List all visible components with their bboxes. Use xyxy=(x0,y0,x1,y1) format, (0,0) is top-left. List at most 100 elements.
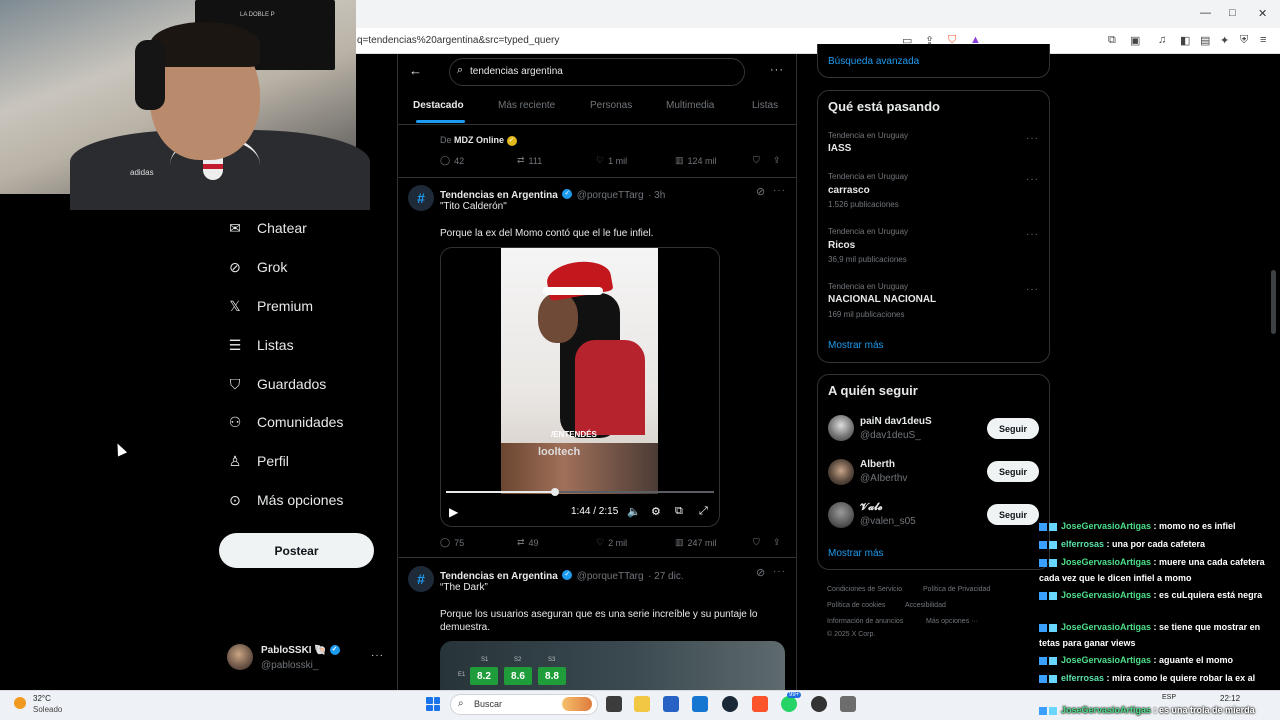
sun-icon[interactable] xyxy=(14,697,26,709)
nav-item-guardados[interactable]: ⛉ Guardados xyxy=(227,369,327,399)
vpn-icon[interactable]: ⛨ xyxy=(1240,34,1248,47)
start-button[interactable] xyxy=(426,697,440,711)
settings-icon[interactable]: ⚙ xyxy=(651,505,661,518)
weather-temperature[interactable]: 32°C xyxy=(33,694,51,703)
avatar[interactable] xyxy=(828,415,854,441)
wallet-icon[interactable]: ▤ xyxy=(1200,34,1210,47)
task-view-icon[interactable] xyxy=(606,696,622,712)
follow-name[interactable]: Alberth xyxy=(860,459,895,470)
search-highlight-icon[interactable] xyxy=(562,697,592,711)
language-indicator[interactable]: ESP xyxy=(1162,694,1176,701)
show-more-follow-link[interactable]: Mostrar más xyxy=(828,548,884,559)
avatar[interactable]: # xyxy=(408,566,434,592)
menu-icon[interactable]: ≡ xyxy=(1260,34,1266,46)
follow-name[interactable]: paiN dav1deuS xyxy=(860,416,932,427)
views-button[interactable]: ▥ 247 mil xyxy=(675,537,717,548)
trend-more-icon[interactable]: ··· xyxy=(1026,174,1039,185)
tab-personas[interactable]: Personas xyxy=(590,100,632,111)
reply-button[interactable]: ◯ 75 xyxy=(440,537,464,548)
bookmark-icon[interactable]: ⛉ xyxy=(753,155,760,166)
trend-more-icon[interactable]: ··· xyxy=(1026,284,1039,295)
follow-handle[interactable]: @dav1deuS_ xyxy=(860,430,921,441)
grok-post-icon[interactable]: ⊘ xyxy=(756,566,765,579)
tab-destacado[interactable]: Destacado xyxy=(413,100,464,111)
reply-button[interactable]: ◯ 42 xyxy=(440,155,464,166)
nav-item-chatear[interactable]: ✉ Chatear xyxy=(227,213,307,243)
fullscreen-icon[interactable]: ⤢ xyxy=(699,505,708,518)
obs-icon[interactable] xyxy=(811,696,827,712)
follow-button[interactable]: Seguir xyxy=(987,461,1039,482)
follow-button[interactable]: Seguir xyxy=(987,418,1039,439)
follow-handle[interactable]: @AIberthv xyxy=(860,473,907,484)
views-button[interactable]: ▥ 124 mil xyxy=(675,155,717,166)
post-handle[interactable]: @porqueTTarg xyxy=(577,571,644,582)
nav-item-perfil[interactable]: ♙ Perfil xyxy=(227,446,289,476)
back-arrow-icon[interactable]: ← xyxy=(409,63,422,78)
show-more-trends-link[interactable]: Mostrar más xyxy=(828,340,884,351)
calculator-icon[interactable] xyxy=(840,696,856,712)
video-progress-handle[interactable] xyxy=(550,488,559,496)
follow-button[interactable]: Seguir xyxy=(987,504,1039,525)
tab-icon[interactable]: ▣ xyxy=(1130,34,1140,47)
grok-post-icon[interactable]: ⊘ xyxy=(756,185,765,198)
nav-item-grok[interactable]: ⊘ Grok xyxy=(227,252,287,282)
trend-more-icon[interactable]: ··· xyxy=(1026,229,1039,240)
tab-mas-reciente[interactable]: Más reciente xyxy=(498,100,555,111)
share-icon[interactable]: ⇪ xyxy=(773,155,781,166)
post-handle[interactable]: @porqueTTarg xyxy=(577,190,644,201)
share-icon[interactable]: ⇪ xyxy=(773,537,781,548)
file-explorer-icon[interactable] xyxy=(634,696,650,712)
like-button[interactable]: ♡ 2 mil xyxy=(596,537,627,548)
avatar[interactable] xyxy=(828,459,854,485)
scrollbar[interactable] xyxy=(1271,270,1276,334)
avatar[interactable] xyxy=(828,502,854,528)
search-query[interactable]: tendencias argentina xyxy=(470,66,563,77)
trend-name[interactable]: Ricos xyxy=(828,240,855,251)
edge-icon[interactable] xyxy=(692,696,708,712)
advanced-search-link[interactable]: Búsqueda avanzada xyxy=(828,56,919,67)
pip-icon[interactable]: ⧉ xyxy=(675,505,683,518)
repost-button[interactable]: ⇄ 111 xyxy=(517,155,542,166)
play-icon[interactable]: ▶ xyxy=(449,505,458,519)
footer-link[interactable]: Más opciones ··· xyxy=(926,618,978,625)
trend-name[interactable]: NACIONAL NACIONAL xyxy=(828,294,936,305)
search-more-icon[interactable]: ··· xyxy=(770,64,784,76)
follow-handle[interactable]: @valen_s05 xyxy=(860,516,916,527)
nav-item-listas[interactable]: ☰ Listas xyxy=(227,330,294,360)
follow-name[interactable]: 𝓥𝓪𝓵𝓮 xyxy=(860,502,882,513)
maximize-button[interactable]: □ xyxy=(1229,7,1236,19)
trend-more-icon[interactable]: ··· xyxy=(1026,133,1039,144)
steam-icon[interactable] xyxy=(722,696,738,712)
post-more-icon[interactable]: ··· xyxy=(773,185,786,196)
post-more-icon[interactable]: ··· xyxy=(773,566,786,577)
store-icon[interactable] xyxy=(663,696,679,712)
brave-icon[interactable] xyxy=(752,696,768,712)
bookmark-icon[interactable]: ⛉ xyxy=(753,537,760,548)
repost-button[interactable]: ⇄ 49 xyxy=(517,537,539,548)
extensions-icon[interactable]: ⧉ xyxy=(1108,34,1116,47)
nav-item-premium[interactable]: 𝕏 Premium xyxy=(227,291,313,321)
whatsapp-icon[interactable] xyxy=(781,696,797,712)
trend-name[interactable]: carrasco xyxy=(828,185,870,196)
nav-item-comunidades[interactable]: ⚇ Comunidades xyxy=(227,407,344,437)
minimize-button[interactable]: — xyxy=(1200,7,1211,19)
footer-link[interactable]: Información de anuncios xyxy=(827,618,903,625)
trend-name[interactable]: IASS xyxy=(828,143,851,154)
url-text[interactable]: q=tendencias%20argentina&src=typed_query xyxy=(357,35,559,46)
post-time[interactable]: · 3h xyxy=(648,190,665,201)
avatar[interactable]: # xyxy=(408,185,434,211)
footer-link[interactable]: Política de cookies xyxy=(827,602,885,609)
volume-icon[interactable]: 🔈 xyxy=(627,505,641,518)
like-button[interactable]: ♡ 1 mil xyxy=(596,155,627,166)
post-button[interactable]: Postear xyxy=(219,533,374,568)
sidebar-icon[interactable]: ◧ xyxy=(1180,34,1190,47)
footer-link[interactable]: Accesibilidad xyxy=(905,602,946,609)
footer-link[interactable]: Política de Privacidad xyxy=(923,586,990,593)
avatar[interactable] xyxy=(227,644,253,670)
post-time[interactable]: · 27 dic. xyxy=(648,571,684,582)
ai-icon[interactable]: ✦ xyxy=(1220,34,1229,47)
clock[interactable]: 22:12 xyxy=(1220,694,1240,703)
tab-listas[interactable]: Listas xyxy=(752,100,778,111)
close-window-button[interactable]: ✕ xyxy=(1258,7,1267,20)
footer-link[interactable]: Condiciones de Servicio xyxy=(827,586,902,593)
